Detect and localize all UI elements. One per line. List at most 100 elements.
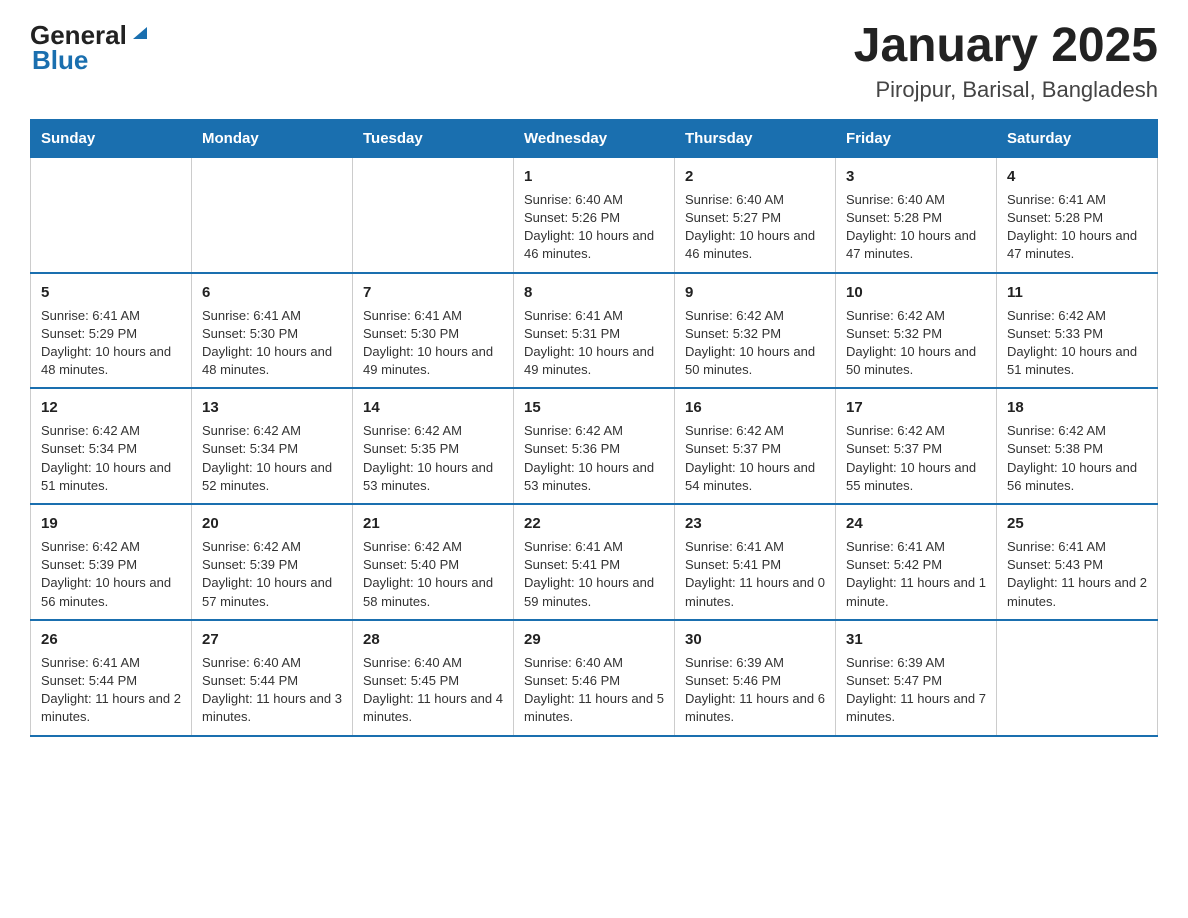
day-info: Daylight: 10 hours and 55 minutes. [846,459,986,495]
day-info: Sunset: 5:31 PM [524,325,664,343]
day-info: Sunrise: 6:42 AM [363,538,503,556]
day-number: 16 [685,397,825,418]
calendar-cell: 8 Sunrise: 6:41 AMSunset: 5:31 PMDaylight… [514,273,675,389]
day-number: 7 [363,282,503,303]
calendar-week-row: 1Sunrise: 6:40 AMSunset: 5:26 PMDaylight… [31,157,1158,272]
day-info: Sunset: 5:39 PM [41,556,181,574]
day-info: Daylight: 10 hours and 47 minutes. [1007,227,1147,263]
day-info: Daylight: 10 hours and 52 minutes. [202,459,342,495]
day-info: Sunset: 5:34 PM [41,440,181,458]
day-info: Sunrise: 6:40 AM [524,191,664,209]
calendar-cell: 11Sunrise: 6:42 AMSunset: 5:33 PMDayligh… [997,273,1158,389]
day-info: Sunrise: 6:42 AM [363,422,503,440]
day-info: Sunrise: 6:40 AM [202,654,342,672]
calendar-cell: 19 Sunrise: 6:42 AMSunset: 5:39 PMDayligh… [31,504,192,620]
day-info: Sunset: 5:30 PM [363,325,503,343]
calendar-cell: 27Sunrise: 6:40 AMSunset: 5:44 PMDayligh… [192,620,353,736]
day-info: Sunset: 5:28 PM [1007,209,1147,227]
day-number: 11 [1007,282,1147,303]
calendar-cell [192,157,353,272]
day-info: Daylight: 11 hours and 2 minutes. [1007,574,1147,610]
day-info: Daylight: 11 hours and 6 minutes. [685,690,825,726]
day-info: Daylight: 10 hours and 49 minutes. [524,343,664,379]
day-number: 14 [363,397,503,418]
calendar-cell: 10Sunrise: 6:42 AMSunset: 5:32 PMDayligh… [836,273,997,389]
calendar-header-monday: Monday [192,119,353,157]
calendar-cell: 21Sunrise: 6:42 AMSunset: 5:40 PMDayligh… [353,504,514,620]
day-info: Sunrise: 6:42 AM [524,422,664,440]
day-info: Sunset: 5:41 PM [685,556,825,574]
day-info: Sunrise: 6:41 AM [524,538,664,556]
calendar-week-row: 19Sunrise: 6:42 AMSunset: 5:39 PMDayligh… [31,504,1158,620]
page-subtitle: Pirojpur, Barisal, Bangladesh [854,77,1158,103]
day-info: Sunrise: 6:41 AM [41,654,181,672]
calendar-cell: 5Sunrise: 6:41 AMSunset: 5:29 PMDaylight… [31,273,192,389]
day-number: 19 [41,513,181,534]
calendar-cell: 4Sunrise: 6:41 AMSunset: 5:28 PMDaylight… [997,157,1158,272]
calendar-cell: 20Sunrise: 6:42 AMSunset: 5:39 PMDayligh… [192,504,353,620]
day-info: Daylight: 10 hours and 46 minutes. [524,227,664,263]
day-info: Sunset: 5:46 PM [524,672,664,690]
day-info: Sunset: 5:32 PM [685,325,825,343]
day-info: Sunset: 5:28 PM [846,209,986,227]
day-number: 24 [846,513,986,534]
day-info: Daylight: 10 hours and 51 minutes. [41,459,181,495]
calendar-header-tuesday: Tuesday [353,119,514,157]
title-block: January 2025 Pirojpur, Barisal, Banglade… [854,20,1158,103]
calendar-cell: 22Sunrise: 6:41 AMSunset: 5:41 PMDayligh… [514,504,675,620]
day-info: Sunrise: 6:42 AM [41,422,181,440]
day-info: Daylight: 11 hours and 0 minutes. [685,574,825,610]
day-number: 5 [41,282,181,303]
day-number: 1 [524,166,664,187]
day-info: Daylight: 10 hours and 53 minutes. [524,459,664,495]
day-info: Sunrise: 6:42 AM [685,307,825,325]
calendar-cell: 26Sunrise: 6:41 AMSunset: 5:44 PMDayligh… [31,620,192,736]
day-info: Sunrise: 6:39 AM [846,654,986,672]
day-info: Daylight: 10 hours and 48 minutes. [202,343,342,379]
calendar-cell: 9Sunrise: 6:42 AMSunset: 5:32 PMDaylight… [675,273,836,389]
day-info: Sunrise: 6:41 AM [363,307,503,325]
calendar-cell: 28Sunrise: 6:40 AMSunset: 5:45 PMDayligh… [353,620,514,736]
day-info: Sunrise: 6:41 AM [846,538,986,556]
day-info: Sunrise: 6:41 AM [524,307,664,325]
day-info: Daylight: 10 hours and 50 minutes. [685,343,825,379]
calendar-header-wednesday: Wednesday [514,119,675,157]
day-info: Sunset: 5:26 PM [524,209,664,227]
day-number: 6 [202,282,342,303]
day-info: Daylight: 11 hours and 2 minutes. [41,690,181,726]
day-number: 20 [202,513,342,534]
day-number: 8 [524,282,664,303]
calendar-header-friday: Friday [836,119,997,157]
calendar-cell: 25Sunrise: 6:41 AMSunset: 5:43 PMDayligh… [997,504,1158,620]
day-info: Daylight: 10 hours and 58 minutes. [363,574,503,610]
day-number: 26 [41,629,181,650]
day-info: Daylight: 10 hours and 57 minutes. [202,574,342,610]
day-info: Sunset: 5:37 PM [685,440,825,458]
calendar-header-row: SundayMondayTuesdayWednesdayThursdayFrid… [31,119,1158,157]
calendar-cell: 15 Sunrise: 6:42 AMSunset: 5:36 PMDayligh… [514,388,675,504]
day-info: Sunset: 5:38 PM [1007,440,1147,458]
day-info: Sunrise: 6:42 AM [685,422,825,440]
calendar-cell: 6Sunrise: 6:41 AMSunset: 5:30 PMDaylight… [192,273,353,389]
day-number: 2 [685,166,825,187]
day-info: Daylight: 10 hours and 56 minutes. [41,574,181,610]
calendar-cell: 14Sunrise: 6:42 AMSunset: 5:35 PMDayligh… [353,388,514,504]
day-info: Sunset: 5:36 PM [524,440,664,458]
calendar-cell: 24Sunrise: 6:41 AMSunset: 5:42 PMDayligh… [836,504,997,620]
day-number: 4 [1007,166,1147,187]
calendar-header-thursday: Thursday [675,119,836,157]
day-info: Sunset: 5:35 PM [363,440,503,458]
day-info: Sunrise: 6:41 AM [1007,538,1147,556]
day-info: Daylight: 10 hours and 50 minutes. [846,343,986,379]
day-info: Sunrise: 6:42 AM [41,538,181,556]
calendar-cell: 17Sunrise: 6:42 AMSunset: 5:37 PMDayligh… [836,388,997,504]
calendar-cell: 7Sunrise: 6:41 AMSunset: 5:30 PMDaylight… [353,273,514,389]
day-info: Sunset: 5:47 PM [846,672,986,690]
calendar-cell [997,620,1158,736]
calendar-cell: 16Sunrise: 6:42 AMSunset: 5:37 PMDayligh… [675,388,836,504]
day-info: Daylight: 11 hours and 1 minute. [846,574,986,610]
day-number: 27 [202,629,342,650]
day-info: Sunset: 5:30 PM [202,325,342,343]
day-number: 15 [524,397,664,418]
day-number: 23 [685,513,825,534]
